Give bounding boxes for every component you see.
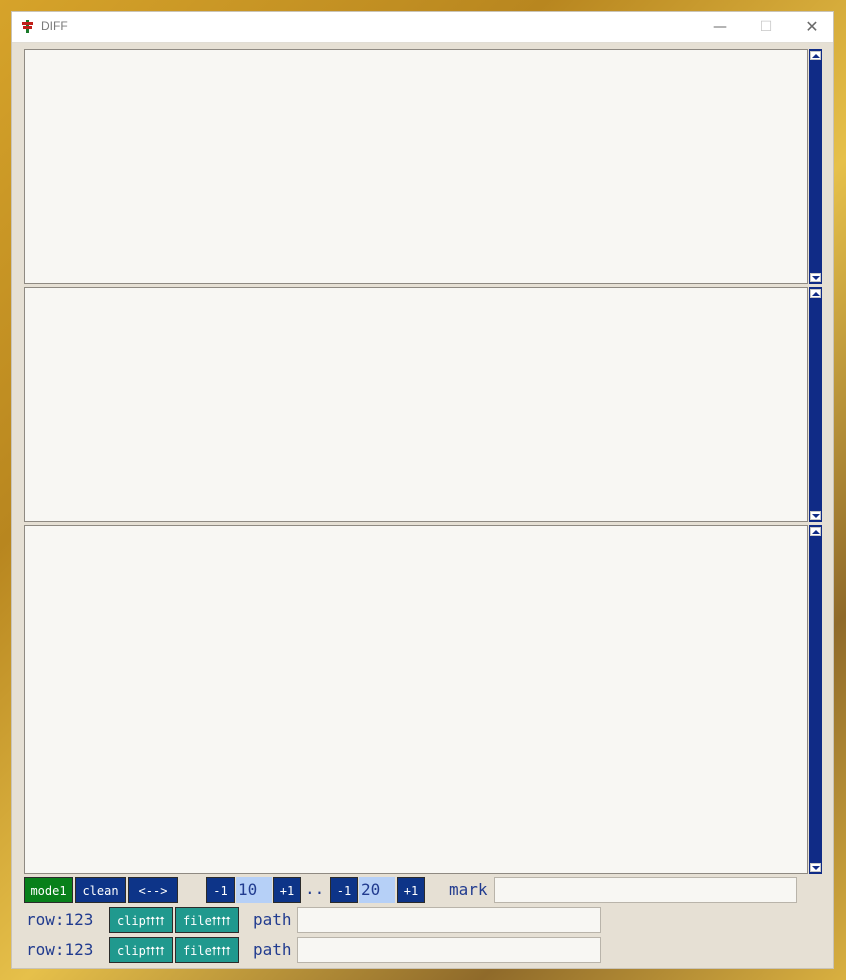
diff-pane-3[interactable] bbox=[24, 525, 808, 874]
mark-label: mark bbox=[449, 880, 488, 899]
minimize-button[interactable]: — bbox=[697, 12, 743, 42]
row-label: row:123 bbox=[26, 910, 94, 929]
maximize-button[interactable]: ☐ bbox=[743, 12, 789, 42]
scroll-down-icon[interactable] bbox=[810, 863, 821, 872]
range-start-value[interactable]: 10 bbox=[236, 877, 272, 903]
file-button[interactable]: file⮅⮅ bbox=[175, 907, 239, 933]
path-label: path bbox=[253, 910, 292, 929]
path-input[interactable] bbox=[297, 907, 601, 933]
scroll-up-icon[interactable] bbox=[810, 289, 821, 298]
scrollbar-pane-2[interactable] bbox=[809, 287, 822, 522]
path-input[interactable] bbox=[297, 937, 601, 963]
clean-button[interactable]: clean bbox=[75, 877, 126, 903]
file-button[interactable]: file⮅⮅ bbox=[175, 937, 239, 963]
range-end-plus-button[interactable]: +1 bbox=[397, 877, 425, 903]
scrollbar-pane-1[interactable] bbox=[809, 49, 822, 284]
diff-window: DIFF — ☐ ✕ mode1 clean <--> -1 10 +1 .. … bbox=[11, 11, 834, 969]
range-separator: .. bbox=[305, 879, 325, 898]
path-label: path bbox=[253, 940, 292, 959]
scroll-down-icon[interactable] bbox=[810, 511, 821, 520]
row-label: row:123 bbox=[26, 940, 94, 959]
mark-input[interactable] bbox=[494, 877, 797, 903]
range-end-minus-button[interactable]: -1 bbox=[330, 877, 358, 903]
range-start-plus-button[interactable]: +1 bbox=[273, 877, 301, 903]
title-bar: DIFF — ☐ ✕ bbox=[12, 12, 833, 43]
range-end-value[interactable]: 20 bbox=[359, 877, 395, 903]
swap-button[interactable]: <--> bbox=[128, 877, 178, 903]
diff-pane-2[interactable] bbox=[24, 287, 808, 522]
close-button[interactable]: ✕ bbox=[789, 12, 835, 42]
mode-button[interactable]: mode1 bbox=[24, 877, 73, 903]
diff-pane-1[interactable] bbox=[24, 49, 808, 284]
scroll-up-icon[interactable] bbox=[810, 51, 821, 60]
scroll-up-icon[interactable] bbox=[810, 527, 821, 536]
clip-button[interactable]: clip⮅⮅ bbox=[109, 937, 173, 963]
clip-button[interactable]: clip⮅⮅ bbox=[109, 907, 173, 933]
range-start-minus-button[interactable]: -1 bbox=[206, 877, 235, 903]
app-icon bbox=[22, 20, 34, 34]
scrollbar-pane-3[interactable] bbox=[809, 525, 822, 874]
window-title: DIFF bbox=[41, 19, 68, 33]
scroll-down-icon[interactable] bbox=[810, 273, 821, 282]
